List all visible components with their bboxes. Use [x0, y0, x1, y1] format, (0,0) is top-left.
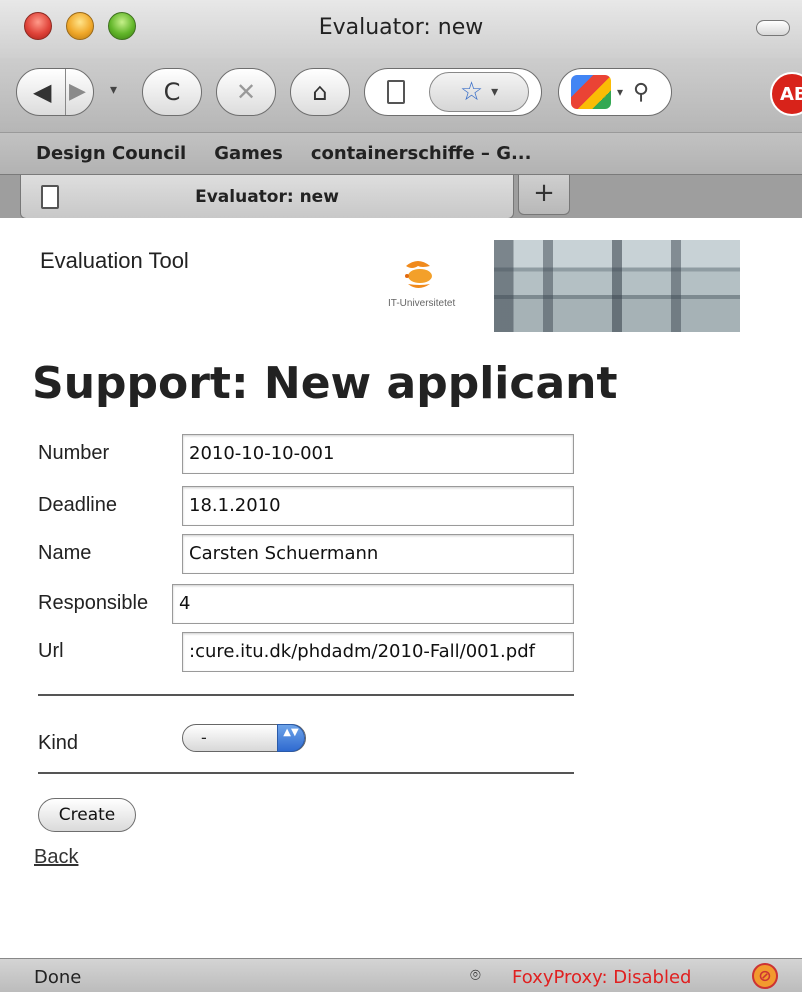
home-button[interactable]: ⌂	[290, 68, 350, 116]
kind-label: Kind	[38, 732, 79, 754]
reload-icon: C	[163, 78, 181, 106]
back-link[interactable]: Back	[34, 846, 78, 869]
proxy-status-icon[interactable]: ⌾	[470, 965, 481, 986]
site-name: Evaluation Tool	[40, 248, 189, 273]
toolbar-toggle-button[interactable]	[756, 20, 790, 36]
form-row-number: Number 2010-10-10-001	[38, 434, 578, 474]
back-forward-divider	[65, 69, 66, 115]
stop-button[interactable]: ✕	[216, 68, 276, 116]
responsible-label: Responsible	[38, 592, 149, 614]
form-row-url: Url :cure.itu.dk/phdadm/2010-Fall/001.pd…	[38, 632, 578, 672]
new-tab-button[interactable]: +	[518, 175, 570, 215]
create-button[interactable]: Create	[38, 798, 136, 832]
form-row-name: Name Carsten Schuermann	[38, 534, 578, 574]
window-title: Evaluator: new	[318, 15, 484, 40]
star-icon: ☆	[459, 77, 484, 107]
bookmark-menu-icon: ▾	[491, 84, 499, 100]
kind-select[interactable]: - ▲▼	[182, 724, 306, 752]
address-bar[interactable]: ☆ ▾	[364, 68, 542, 116]
reload-button[interactable]: C	[142, 68, 202, 116]
deadline-label: Deadline	[38, 494, 117, 516]
search-bar[interactable]: ▾ ⚲	[558, 68, 672, 116]
divider	[38, 772, 574, 774]
page-icon	[387, 80, 405, 104]
foxyproxy-status[interactable]: FoxyProxy: Disabled	[512, 967, 691, 988]
status-bar: Done ⌾ FoxyProxy: Disabled ⊘	[0, 958, 802, 992]
name-label: Name	[38, 542, 92, 564]
header-photo	[494, 240, 740, 332]
name-field[interactable]: Carsten Schuermann	[182, 534, 574, 574]
page-title: Support: New applicant	[32, 358, 618, 409]
home-icon: ⌂	[312, 78, 328, 106]
itu-logo-text: IT-Universitetet	[388, 298, 456, 309]
back-button[interactable]: ◀ ▶	[16, 68, 94, 116]
bookmark-item[interactable]: Design Council	[36, 143, 186, 164]
back-arrow-icon: ◀	[33, 78, 52, 106]
status-text: Done	[34, 967, 82, 988]
foxyproxy-icon[interactable]: ⊘	[752, 963, 778, 989]
form-row-kind: Kind - ▲▼	[38, 724, 578, 764]
tab-evaluator-new[interactable]: Evaluator: new	[20, 175, 514, 219]
select-stepper-icon: ▲▼	[277, 724, 305, 752]
window-titlebar: Evaluator: new	[0, 0, 802, 58]
google-logo-icon[interactable]	[571, 75, 611, 109]
itu-logo: IT-Universitetet	[388, 258, 488, 328]
page-content: Evaluation Tool IT-Universitetet Support…	[0, 218, 802, 958]
responsible-field[interactable]: 4	[172, 584, 574, 624]
bookmark-item[interactable]: Games	[214, 143, 283, 164]
deadline-field[interactable]: 18.1.2010	[182, 486, 574, 526]
forward-arrow-icon[interactable]: ▶	[69, 79, 86, 104]
stop-icon: ✕	[235, 78, 257, 106]
bookmarks-bar: Design Council Games containerschiffe – …	[0, 132, 802, 174]
number-field[interactable]: 2010-10-10-001	[182, 434, 574, 474]
bookmark-star-button[interactable]: ☆ ▾	[429, 72, 529, 112]
bookmark-item[interactable]: containerschiffe – G...	[311, 143, 532, 164]
url-field[interactable]: :cure.itu.dk/phdadm/2010-Fall/001.pdf	[182, 632, 574, 672]
tab-bar: Evaluator: new +	[0, 174, 802, 219]
divider	[38, 694, 574, 696]
number-label: Number	[38, 442, 110, 464]
adblock-button[interactable]: AB	[770, 72, 802, 116]
search-engine-menu-icon[interactable]: ▾	[617, 85, 623, 99]
tab-label: Evaluator: new	[195, 187, 339, 207]
form-row-responsible: Responsible 4	[38, 584, 578, 624]
itu-logo-mark-icon	[405, 261, 432, 288]
url-label: Url	[38, 640, 64, 662]
form-row-deadline: Deadline 18.1.2010	[38, 486, 578, 526]
history-dropdown-icon[interactable]: ▾	[110, 82, 117, 98]
search-icon[interactable]: ⚲	[633, 80, 649, 105]
navigation-toolbar: ◀ ▶ ▾ C ✕ ⌂ ☆ ▾ ▾ ⚲ AB	[0, 58, 802, 132]
kind-selected-value: -	[201, 728, 207, 747]
